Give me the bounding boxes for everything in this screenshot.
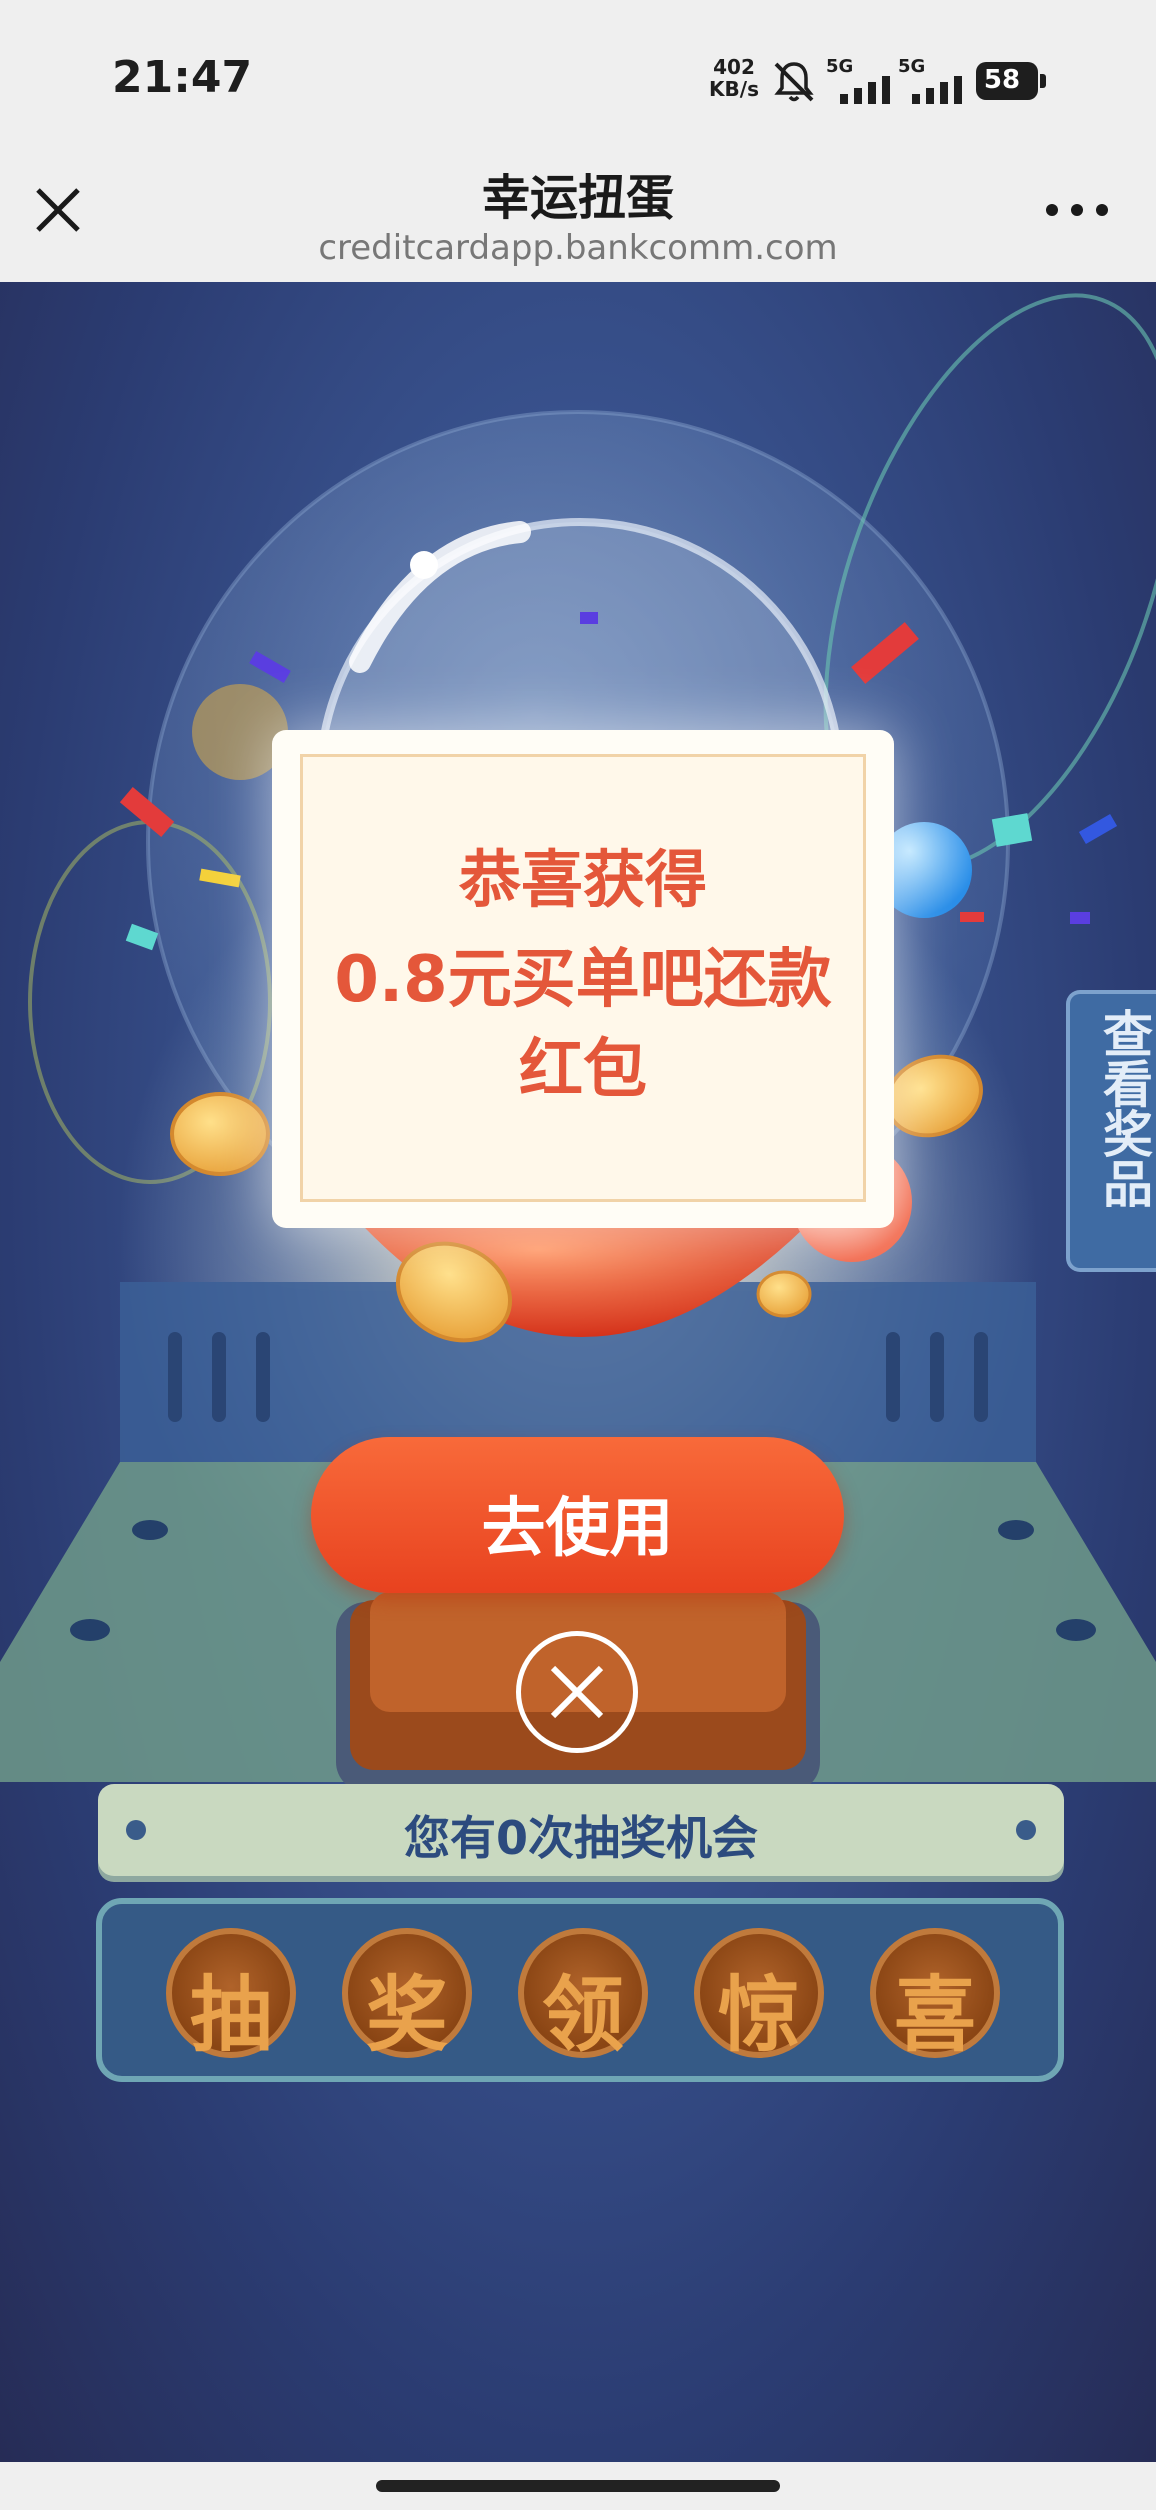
status-bar: 21:47 402 KB/s 5G 5G 58 xyxy=(0,0,1156,150)
coin-3: 领 xyxy=(518,1928,648,2063)
gacha-game-area: 查看奖品 恭喜获得 0.8元买单吧还款 红包 去使用 您有0次抽奖机会 抽 奖 … xyxy=(0,282,1156,2462)
draw-chances-text: 您有0次抽奖机会 xyxy=(403,1811,758,1865)
page-title: 幸运扭蛋 xyxy=(481,170,674,226)
coin-5: 喜 xyxy=(870,1928,1000,2063)
signal-sim2: 5G xyxy=(898,56,970,104)
prize-name-line1: 0.8元买单吧还款 xyxy=(334,943,832,1017)
status-time: 21:47 xyxy=(112,52,253,103)
signal-bars-icon xyxy=(840,76,890,104)
gacha-machine-illustration xyxy=(0,293,1156,1792)
mute-bell-icon xyxy=(774,62,814,102)
coin-label: 抽 xyxy=(189,1968,272,2063)
network-speed-value: 402 xyxy=(713,55,755,79)
use-prize-button[interactable]: 去使用 xyxy=(311,1437,844,1593)
more-options-icon[interactable] xyxy=(1042,190,1112,230)
signal-bars-icon xyxy=(912,76,962,104)
draw-chances-bar: 您有0次抽奖机会 xyxy=(98,1784,1064,1876)
sim1-label: 5G xyxy=(826,56,854,77)
battery-icon: 58 xyxy=(976,62,1046,100)
view-prizes-tab[interactable]: 查看奖品 xyxy=(1066,990,1156,1272)
coin-4: 惊 xyxy=(694,1928,824,2063)
coin-label: 奖 xyxy=(365,1968,448,2063)
coin-label: 惊 xyxy=(717,1968,800,2063)
coin-1: 抽 xyxy=(166,1928,296,2063)
page-url: creditcardapp.bankcomm.com xyxy=(318,228,838,268)
network-speed-unit: KB/s xyxy=(709,77,759,101)
use-prize-button-label: 去使用 xyxy=(481,1492,674,1566)
coins-panel: 抽 奖 领 惊 喜 xyxy=(96,1898,1064,2082)
signal-sim1: 5G xyxy=(826,56,898,104)
coin-2: 奖 xyxy=(342,1928,472,2063)
prize-popup: 恭喜获得 0.8元买单吧还款 红包 xyxy=(272,730,894,1228)
coin-label: 领 xyxy=(541,1968,624,2063)
battery-level: 58 xyxy=(983,65,1021,95)
prize-name-line2: 红包 xyxy=(519,1033,647,1107)
navigation-bar: 幸运扭蛋 creditcardapp.bankcomm.com xyxy=(0,150,1156,282)
sim2-label: 5G xyxy=(898,56,926,77)
home-indicator[interactable] xyxy=(376,2480,780,2492)
prize-name: 0.8元买单吧还款 红包 xyxy=(323,935,843,1115)
prize-popup-title: 恭喜获得 xyxy=(458,843,707,916)
prize-popup-frame: 恭喜获得 0.8元买单吧还款 红包 xyxy=(300,754,866,1202)
close-popup-icon[interactable] xyxy=(516,1631,638,1753)
coin-label: 喜 xyxy=(893,1968,976,2063)
view-prizes-label: 查看奖品 xyxy=(1095,1008,1153,1208)
network-speed: 402 KB/s xyxy=(706,56,762,100)
